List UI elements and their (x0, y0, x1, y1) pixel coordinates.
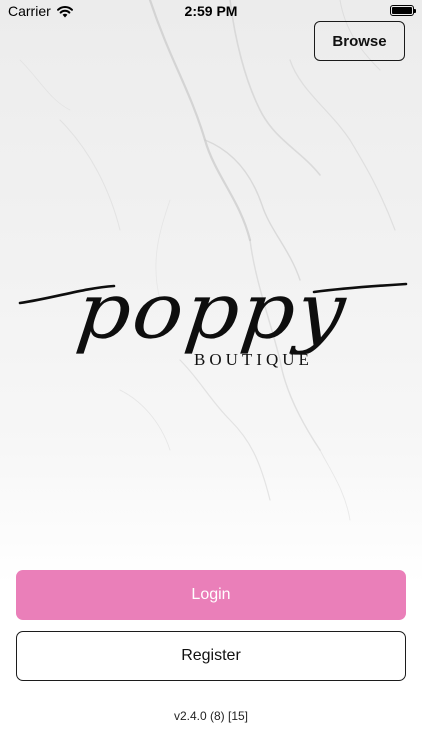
battery-icon (390, 5, 416, 16)
login-button[interactable]: Login (16, 570, 406, 620)
logo-subtitle: BOUTIQUE (194, 350, 313, 369)
register-button[interactable]: Register (16, 631, 406, 681)
welcome-screen: Carrier 2:59 PM Browse poppy BOUTIQUE Lo… (0, 0, 422, 750)
battery-fill (392, 7, 412, 14)
logo-wordmark: poppy (72, 265, 352, 357)
app-version: v2.4.0 (8) [15] (173, 709, 249, 723)
browse-button[interactable]: Browse (314, 21, 405, 61)
poppy-boutique-logo: poppy BOUTIQUE (14, 258, 410, 388)
status-time: 2:59 PM (184, 3, 238, 19)
